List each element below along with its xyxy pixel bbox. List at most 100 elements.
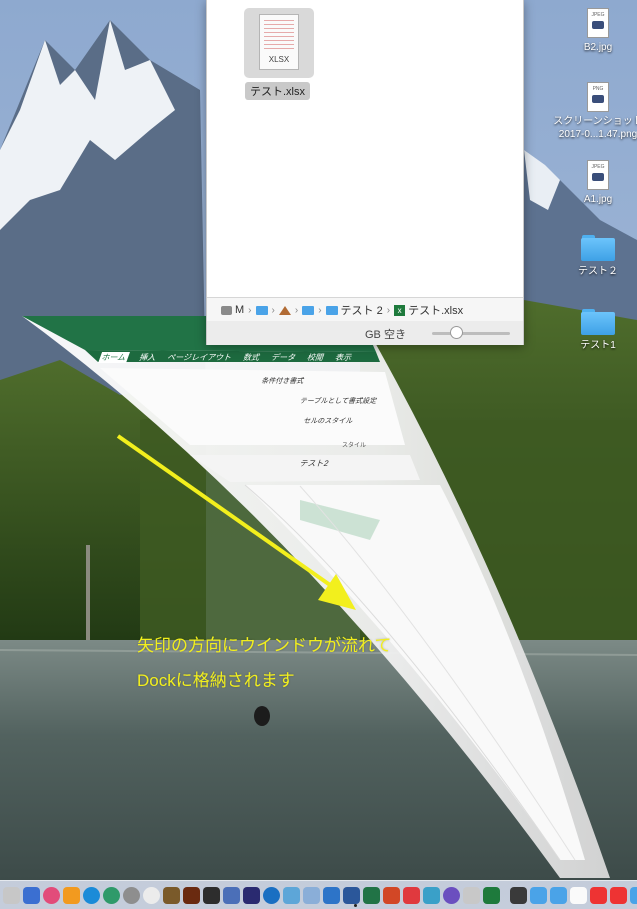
running-indicator [354,904,357,907]
excel-file-icon: x [394,304,406,316]
excel-dock-icon[interactable] [363,886,380,904]
chrome-dock-icon[interactable] [103,886,120,904]
path-item-desktop[interactable] [302,305,315,315]
books-dock-icon[interactable] [63,886,80,904]
ribbon-tab-view: 表示 [333,353,354,362]
jpeg-file-icon: JPEG [587,8,609,38]
path-item-label: テスト 2 [340,305,383,317]
path-item-file[interactable]: x テスト.xlsx [394,302,463,318]
ribbon-tab-formulas: 数式 [241,353,262,362]
desktop-item-b2[interactable]: JPEG B2.jpg [553,8,637,54]
excel-ribbon-items: 条件付き書式 テーブルとして書式設定 セルのスタイル [245,372,386,432]
preview-dock-icon[interactable] [223,886,240,904]
path-item-disk[interactable]: M [221,304,244,316]
desktop-item-label: A1.jpg [583,194,613,205]
path-item-folder[interactable]: テスト 2 [325,302,383,318]
preview-thumbnail [592,95,604,103]
path-item-users[interactable] [255,305,268,315]
help-dock-icon[interactable] [143,886,160,904]
excel-ribbon-group-label: スタイル [342,443,367,449]
file-type-tag: JPEG [591,164,605,170]
folder-stack-icon[interactable] [530,886,547,904]
ribbon-tab-insert: 挿入 [138,353,158,362]
finder-dock-icon[interactable] [3,886,20,904]
activity-monitor-dock-icon[interactable] [203,886,220,904]
pdf-stack-icon[interactable] [610,886,627,904]
icon-size-slider-knob[interactable] [450,326,463,339]
path-item-home[interactable] [278,305,291,315]
ribbon-tab-home: ホーム [97,352,130,363]
desktop-item-screenshot[interactable]: PNG スクリーンショット 2017-0...1.47.png [553,82,637,141]
powerpoint-dock-icon[interactable] [383,886,400,904]
finder-window[interactable]: XLSX テスト.xlsx M › › › › テスト 2 › x テスト.xl… [206,0,524,345]
path-item-label: テスト.xlsx [408,305,464,317]
icon-size-slider[interactable] [432,332,510,335]
document-stack-icon[interactable] [570,886,587,904]
photo-app-dock-icon[interactable] [243,886,260,904]
folder-stack-icon[interactable] [630,886,637,904]
selected-file[interactable]: XLSX テスト.xlsx [243,8,315,100]
xlsx-file-icon: XLSX [259,14,299,70]
sheet-preview-lines [264,20,294,50]
music-dock-icon[interactable] [43,886,60,904]
disk-icon [221,305,232,315]
ribbon-tab-review: 校閲 [305,353,326,362]
preview-thumbnail [592,173,604,181]
path-item-label: M [235,304,245,316]
system-preferences-dock-icon[interactable] [123,886,140,904]
image-capture-dock-icon[interactable] [303,886,320,904]
app2-dock-icon[interactable] [443,886,460,904]
app-store-dock-icon[interactable] [83,886,100,904]
jpeg-file-icon: JPEG [587,160,609,190]
preview-thumbnail [592,21,604,29]
ribbon-item-format-as-table: テーブルとして書式設定 [299,398,378,405]
ribbon-tab-layout: ページレイアウト [166,353,234,362]
callout-text-line2: Dockに格納されます [137,671,295,690]
ribbon-tab-data: データ [269,353,298,362]
desktop-item-folder-test2[interactable]: テスト２ [553,235,637,278]
downloads-stack-icon[interactable] [510,886,527,904]
file-type-tag: JPEG [591,12,605,18]
desktop-item-label: スクリーンショット [553,116,637,127]
path-separator-icon: › [386,304,391,316]
folder-icon [325,305,338,315]
desktop-item-a1[interactable]: JPEG A1.jpg [553,160,637,206]
path-separator-icon: › [318,304,322,316]
launchpad-dock-icon[interactable] [23,886,40,904]
folder-icon [581,235,615,261]
app3-dock-icon[interactable] [463,886,480,904]
acrobat-dock-icon[interactable] [403,886,420,904]
desktop-item-label: テスト1 [580,340,616,351]
path-separator-icon: › [248,304,252,316]
folder-icon [581,309,615,335]
folder-icon [302,305,315,315]
home-icon [278,305,291,315]
outlook-dock-icon[interactable] [323,886,340,904]
word-dock-icon[interactable] [343,886,360,904]
bridge-dock-icon[interactable] [183,886,200,904]
file-name-label[interactable]: テスト.xlsx [245,82,310,100]
file-icon-highlight: XLSX [244,8,314,78]
desktop-item-folder-test1[interactable]: テスト1 [553,309,637,352]
desktop: XLSX テスト.xlsx M › › › › テスト 2 › x テスト.xl… [0,0,637,909]
path-separator-icon: › [271,304,275,316]
callout-text-line1: 矢印の方向にウインドウが流れて [137,636,392,655]
dock [0,880,637,909]
folder-stack-icon[interactable] [550,886,567,904]
desktop-item-label: B2.jpg [583,42,613,53]
desktop-item-label: テスト２ [578,266,618,277]
status-bar: GB 空き [207,321,523,345]
excel-formula-bar: テスト2 [298,459,330,468]
excel-ribbon-tabs: ホーム 挿入 ページレイアウト 数式 データ 校閲 表示 [97,352,382,363]
archive-dock-icon[interactable] [163,886,180,904]
pdf-stack-icon[interactable] [590,886,607,904]
desktop-item-label-line2: 2017-0...1.47.png [558,129,637,140]
quicktime-dock-icon[interactable] [263,886,280,904]
file-type-tag: PNG [592,86,604,92]
excel-minimizing-dock-icon[interactable] [483,886,500,904]
folder-icon [255,305,268,315]
app-dock-icon[interactable] [423,886,440,904]
ribbon-item-conditional-format: 条件付き書式 [260,378,305,385]
finder-helper-dock-icon[interactable] [283,886,300,904]
path-bar: M › › › › テスト 2 › x テスト.xlsx [207,297,523,322]
